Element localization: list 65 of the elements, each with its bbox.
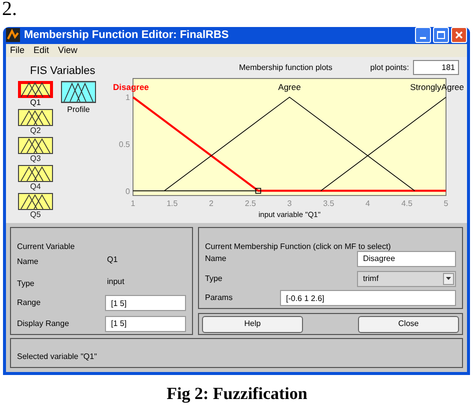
curve-label: StronglyAgree [410,82,464,92]
triangles-icon [18,137,53,154]
triangles-icon [61,81,96,103]
dialog-button[interactable]: Help [202,316,303,332]
tick-label: 0.5 [118,140,130,150]
tick-label: 4 [366,199,370,208]
tick-label: 1.5 [166,199,178,208]
panel-heading: Current Variable [17,242,75,251]
input-field[interactable]: [1 5] [105,295,186,312]
field-label: Name [17,257,38,266]
input-field[interactable]: Disagree [357,250,456,267]
dialog-button[interactable]: Close [358,316,459,332]
window-title: Membership Function Editor: FinalRBS [24,28,229,43]
input-variable[interactable]: Q3 [18,137,53,165]
input-variable[interactable]: Q5 [18,193,53,221]
field-label: Name [205,252,226,265]
figure-number: 2. [2,0,17,20]
tick-label: 0 [126,186,130,196]
membership-curve[interactable] [320,96,446,192]
input-variable[interactable]: Q2 [18,109,53,137]
tick-label: 3.5 [323,199,334,208]
field-label: Type [205,272,222,284]
input-field[interactable]: [1 5] [105,316,186,332]
output-variable[interactable]: Profile [61,81,96,117]
triangles-icon [18,109,53,126]
tick-label: 3 [287,199,292,208]
menu-item[interactable]: File [10,44,25,57]
field-label: Params [205,292,233,304]
close-button[interactable] [451,27,467,44]
close-icon [455,31,463,40]
field-label: Display Range [17,318,70,330]
curve-label: Agree [278,82,301,92]
input-variable[interactable]: Q1 [18,81,53,109]
app-icon [6,28,20,42]
plot-heading: Membership function plots [239,62,332,74]
tick-label: 2 [209,199,214,208]
figure-caption: Fig 2: Fuzzification [166,382,308,405]
triangles-icon [18,193,53,210]
tick-label: 5 [444,199,448,208]
membership-curve[interactable] [164,96,416,192]
field-value: Q1 [107,254,118,266]
status-text: Selected variable "Q1" [17,352,97,361]
tick-label: 1 [130,199,136,208]
tick-label: 2.5 [244,199,256,208]
menu-item[interactable]: Edit [34,44,50,57]
field-value: input [107,276,124,288]
curve-handle[interactable] [255,188,262,194]
tick-label: 1 [126,93,130,102]
menu-item[interactable]: View [58,44,78,57]
input-field[interactable]: [-0.6 1 2.6] [280,290,456,306]
curve-label: Disagree [113,82,149,92]
plot-points-label: plot points: [370,62,409,74]
triangles-icon [18,165,53,182]
type-dropdown[interactable]: trimf [357,270,456,286]
input-variable[interactable]: Q4 [18,165,53,193]
section-heading: FIS Variables [30,65,96,77]
plot-points-field[interactable]: 181 [413,60,459,75]
triangles-icon [18,81,53,98]
field-label: Range [17,297,41,310]
minimize-button[interactable] [415,27,431,44]
membership-curve[interactable] [132,96,446,192]
maximize-button[interactable] [433,27,449,44]
panel-heading: Current Membership Function (click on MF to select) [205,242,391,251]
field-label: Type [17,279,34,288]
tick-label: 4.5 [401,199,412,208]
